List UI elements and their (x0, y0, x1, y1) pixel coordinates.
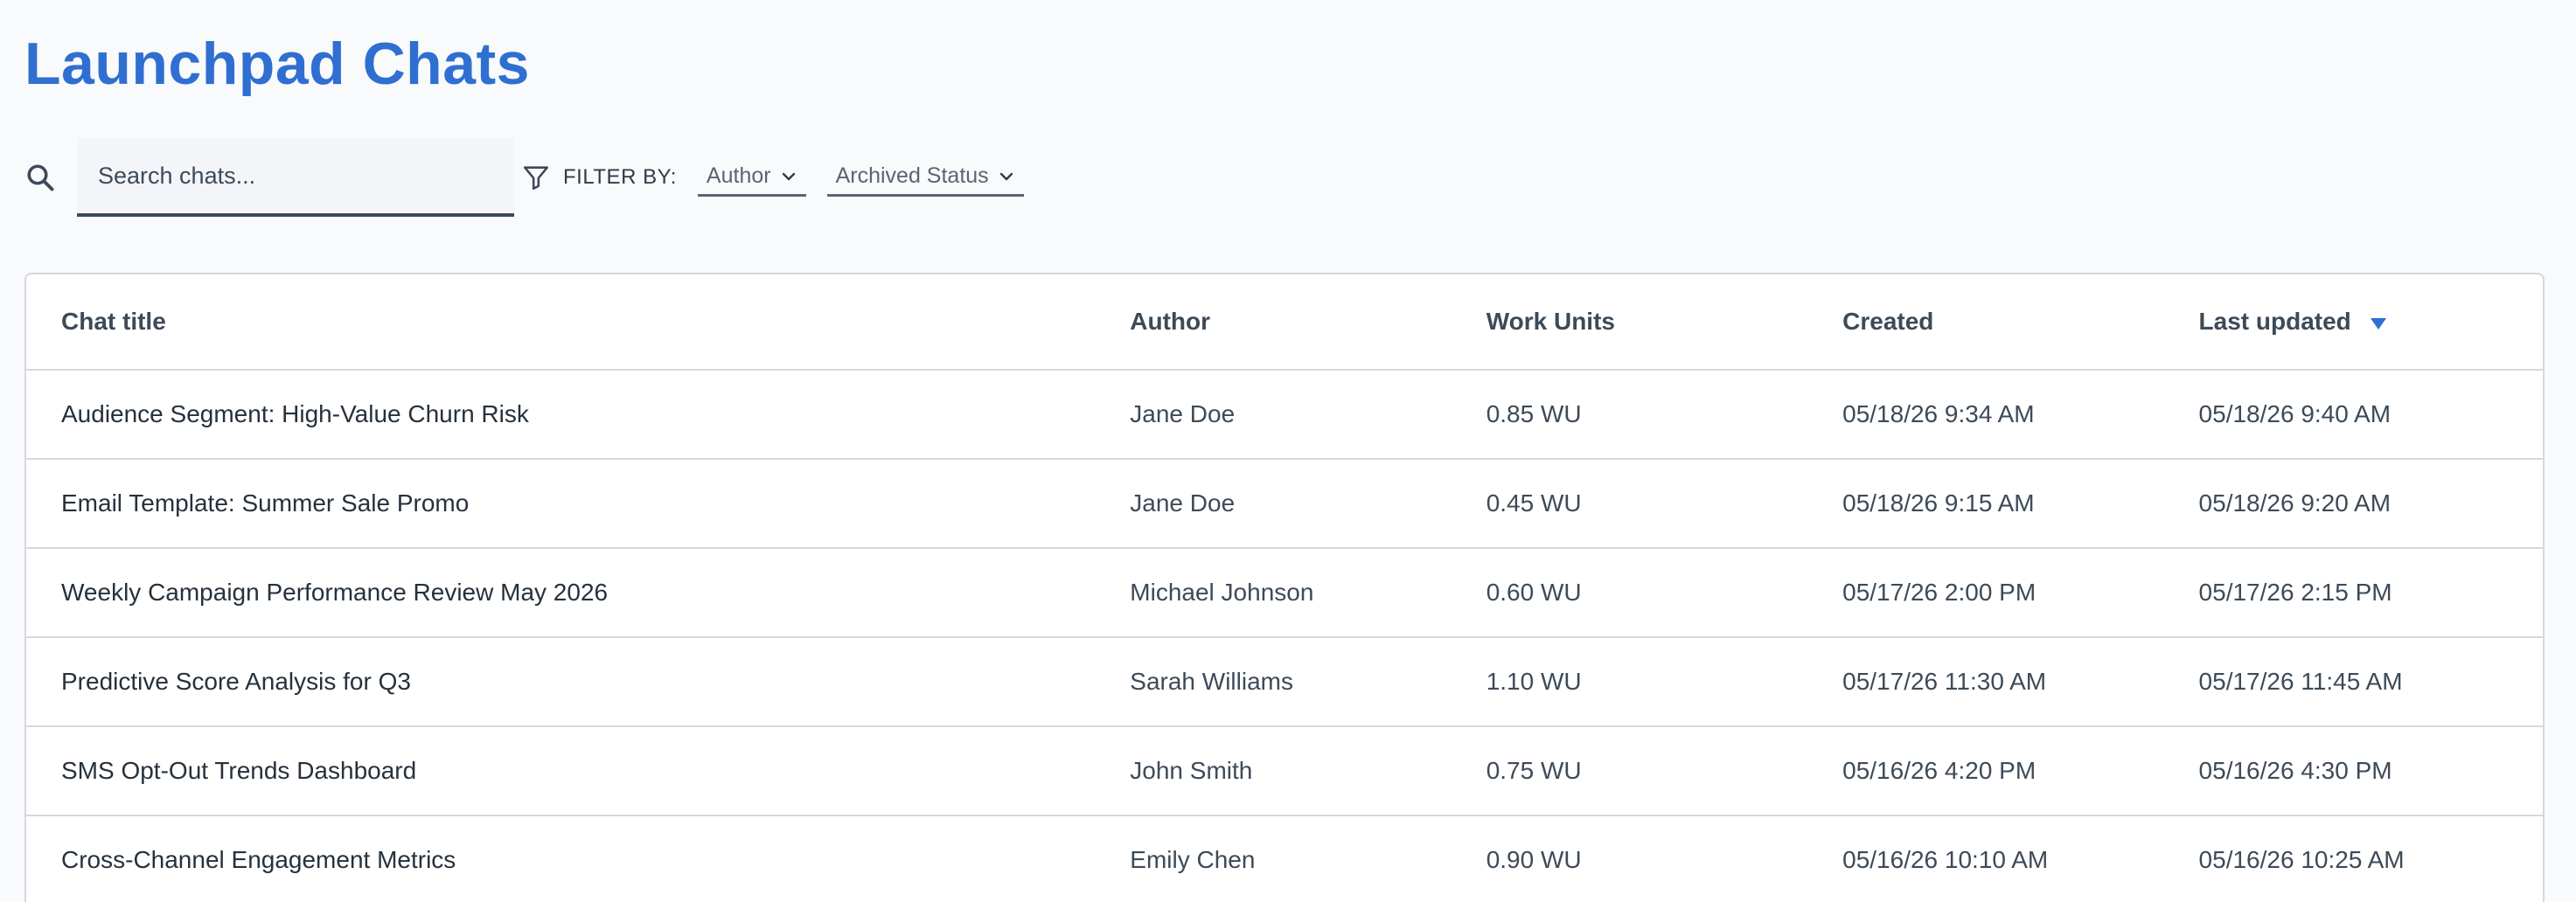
work-units-cell: 0.85 WU (1486, 400, 1582, 427)
page-title: Launchpad Chats (24, 31, 530, 97)
table-row[interactable]: Audience Segment: High-Value Churn Risk … (26, 371, 2543, 460)
created-cell: 05/18/26 9:34 AM (1842, 400, 2035, 427)
table-row[interactable]: SMS Opt-Out Trends Dashboard John Smith … (26, 727, 2543, 816)
last-updated-cell: 05/16/26 4:30 PM (2198, 757, 2392, 784)
column-header-work-units[interactable]: Work Units (1486, 308, 1842, 336)
created-cell: 05/17/26 11:30 AM (1842, 668, 2047, 695)
created-cell: 05/16/26 10:10 AM (1842, 846, 2049, 873)
chat-title-cell[interactable]: Email Template: Summer Sale Promo (26, 489, 1130, 517)
archived-status-filter-label: Archived Status (835, 163, 989, 188)
last-updated-cell: 05/16/26 10:25 AM (2198, 846, 2405, 873)
search-box[interactable] (77, 138, 514, 217)
created-cell: 05/17/26 2:00 PM (1842, 579, 2036, 606)
chat-title-cell[interactable]: Predictive Score Analysis for Q3 (26, 668, 1130, 696)
chevron-down-icon (999, 172, 1013, 180)
work-units-cell: 0.45 WU (1486, 489, 1582, 517)
table-header-row: Chat title Author Work Units Created Las… (26, 274, 2543, 371)
table-row[interactable]: Predictive Score Analysis for Q3 Sarah W… (26, 638, 2543, 727)
created-cell: 05/16/26 4:20 PM (1842, 757, 2036, 784)
archived-status-filter-dropdown[interactable]: Archived Status (826, 158, 1024, 197)
author-filter-dropdown[interactable]: Author (697, 158, 806, 197)
author-cell: Jane Doe (1130, 489, 1236, 517)
table-row[interactable]: Weekly Campaign Performance Review May 2… (26, 549, 2543, 638)
work-units-cell: 1.10 WU (1486, 668, 1582, 695)
author-cell: Sarah Williams (1130, 668, 1293, 695)
table-row[interactable]: Email Template: Summer Sale Promo Jane D… (26, 460, 2543, 549)
created-cell: 05/18/26 9:15 AM (1842, 489, 2035, 517)
work-units-cell: 0.75 WU (1486, 757, 1582, 784)
author-cell: John Smith (1130, 757, 1253, 784)
author-filter-label: Author (706, 163, 771, 188)
sort-desc-icon[interactable] (2369, 316, 2388, 331)
last-updated-cell: 05/18/26 9:40 AM (2198, 400, 2392, 427)
column-header-chat-title[interactable]: Chat title (26, 308, 1130, 336)
chevron-down-icon (782, 172, 795, 180)
launchpad-chats-page: Launchpad Chats FILTER BY: Author Archiv… (0, 0, 2576, 902)
author-cell: Michael Johnson (1130, 579, 1314, 606)
filter-by-label: FILTER BY: (563, 165, 677, 189)
last-updated-cell: 05/18/26 9:20 AM (2198, 489, 2392, 517)
chat-title-cell[interactable]: Weekly Campaign Performance Review May 2… (26, 579, 1130, 607)
last-updated-cell: 05/17/26 2:15 PM (2198, 579, 2392, 606)
column-header-created[interactable]: Created (1842, 308, 2198, 336)
work-units-cell: 0.60 WU (1486, 579, 1582, 606)
author-cell: Emily Chen (1130, 846, 1256, 873)
column-header-author[interactable]: Author (1130, 308, 1486, 336)
column-header-last-updated[interactable]: Last updated (2199, 308, 2543, 336)
chats-table: Chat title Author Work Units Created Las… (24, 273, 2545, 902)
work-units-cell: 0.90 WU (1486, 846, 1582, 873)
search-input[interactable] (98, 162, 514, 190)
chat-title-cell[interactable]: Audience Segment: High-Value Churn Risk (26, 400, 1130, 428)
last-updated-cell: 05/17/26 11:45 AM (2198, 668, 2403, 695)
filter-icon (521, 163, 551, 192)
author-cell: Jane Doe (1130, 400, 1236, 427)
chat-title-cell[interactable]: Cross-Channel Engagement Metrics (26, 846, 1130, 874)
table-row[interactable]: Cross-Channel Engagement Metrics Emily C… (26, 816, 2543, 902)
chat-title-cell[interactable]: SMS Opt-Out Trends Dashboard (26, 757, 1130, 785)
toolbar: FILTER BY: Author Archived Status (24, 138, 1045, 217)
search-icon (24, 160, 59, 195)
column-header-last-updated-label: Last updated (2198, 308, 2351, 335)
